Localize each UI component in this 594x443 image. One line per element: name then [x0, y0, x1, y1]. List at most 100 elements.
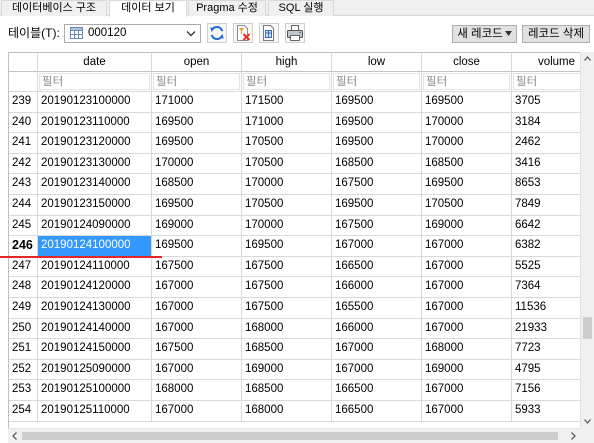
cell-open[interactable]: 167000	[152, 400, 242, 422]
row-number[interactable]: 246	[9, 236, 38, 257]
cell-date[interactable]: 20190123130000	[38, 153, 152, 175]
cell-high[interactable]: 167500	[242, 256, 332, 278]
cell-high[interactable]: 168000	[242, 318, 332, 340]
cell-date[interactable]: 20190125100000	[38, 380, 152, 401]
column-header-volume[interactable]: volume	[512, 53, 580, 72]
cell-open[interactable]: 167000	[152, 277, 242, 298]
scroll-left-arrow-icon[interactable]	[8, 429, 22, 443]
cell-date[interactable]: 20190124140000	[38, 318, 152, 340]
cell-close[interactable]: 167000	[422, 236, 512, 257]
cell-low[interactable]: 169500	[332, 194, 422, 216]
cell-volume[interactable]: 11536	[512, 298, 580, 319]
filter-input-high[interactable]	[243, 73, 330, 90]
filter-input-close[interactable]	[423, 73, 510, 90]
cell-open[interactable]: 171000	[152, 92, 242, 113]
dropdown-arrow-icon[interactable]	[504, 31, 512, 37]
cell-low[interactable]: 166500	[332, 256, 422, 278]
print-button[interactable]	[285, 23, 305, 43]
cell-date[interactable]: 20190124100000	[38, 236, 152, 257]
cell-open[interactable]: 167000	[152, 318, 242, 340]
cell-date[interactable]: 20190124130000	[38, 297, 152, 319]
tab-browse-data[interactable]: 데이터 보기	[109, 0, 187, 17]
vertical-scrollbar[interactable]	[580, 52, 594, 428]
cell-open[interactable]: 170000	[152, 153, 242, 175]
cell-open[interactable]: 167000	[152, 359, 242, 381]
cell-volume[interactable]: 3184	[512, 113, 580, 134]
cell-high[interactable]: 168500	[242, 339, 332, 360]
cell-open[interactable]: 168000	[152, 380, 242, 401]
cell-open[interactable]: 169000	[152, 215, 242, 237]
cell-close[interactable]: 170000	[422, 133, 512, 154]
cell-high[interactable]: 167500	[242, 297, 332, 319]
cell-high[interactable]: 168000	[242, 400, 332, 422]
cell-low[interactable]: 167000	[332, 339, 422, 360]
cell-volume[interactable]: 7849	[512, 195, 580, 216]
row-number[interactable]: 252	[9, 359, 38, 381]
column-header-high[interactable]: high	[242, 53, 332, 72]
cell-low[interactable]: 166000	[332, 277, 422, 298]
row-number[interactable]: 248	[9, 277, 38, 298]
tab-database-structure[interactable]: 데이터베이스 구조	[1, 0, 107, 16]
column-header-close[interactable]: close	[422, 53, 512, 72]
column-header-low[interactable]: low	[332, 53, 422, 72]
data-grid[interactable]: dateopenhighlowclosevolume 23920190123100…	[8, 52, 580, 428]
cell-open[interactable]: 168500	[152, 174, 242, 195]
cell-volume[interactable]: 5933	[512, 401, 580, 422]
cell-open[interactable]: 167000	[152, 297, 242, 319]
cell-close[interactable]: 168000	[422, 339, 512, 360]
cell-date[interactable]: 20190123120000	[38, 133, 152, 154]
cell-low[interactable]: 169500	[332, 133, 422, 154]
cell-close[interactable]: 167000	[422, 318, 512, 340]
cell-low[interactable]: 166000	[332, 318, 422, 340]
cell-high[interactable]: 170000	[242, 215, 332, 237]
cell-volume[interactable]: 2462	[512, 133, 580, 154]
corner-header-cell[interactable]	[9, 53, 38, 72]
tab-execute-sql[interactable]: SQL 실행	[268, 0, 334, 16]
cell-open[interactable]: 169500	[152, 236, 242, 257]
horizontal-scrollbar[interactable]	[8, 428, 580, 443]
cell-volume[interactable]: 3705	[512, 92, 580, 113]
cell-low[interactable]: 167000	[332, 236, 422, 257]
cell-date[interactable]: 20190123140000	[38, 174, 152, 195]
cell-volume[interactable]: 3416	[512, 154, 580, 175]
clear-filters-button[interactable]	[233, 23, 253, 43]
row-number[interactable]: 244	[9, 194, 38, 216]
row-number[interactable]: 240	[9, 112, 38, 134]
cell-high[interactable]: 168500	[242, 380, 332, 401]
filter-input-low[interactable]	[333, 73, 420, 90]
cell-close[interactable]: 169000	[422, 215, 512, 237]
cell-open[interactable]: 167500	[152, 339, 242, 360]
cell-high[interactable]: 170500	[242, 133, 332, 154]
tab-edit-pragmas[interactable]: Pragma 수정	[188, 0, 266, 16]
row-number[interactable]: 245	[9, 215, 38, 237]
cell-close[interactable]: 168500	[422, 153, 512, 175]
cell-high[interactable]: 169500	[242, 236, 332, 257]
cell-date[interactable]: 20190123110000	[38, 112, 152, 134]
row-number[interactable]: 251	[9, 339, 38, 360]
cell-close[interactable]: 167000	[422, 400, 512, 422]
save-table-button[interactable]	[259, 23, 279, 43]
cell-low[interactable]: 167000	[332, 359, 422, 381]
cell-high[interactable]: 170500	[242, 153, 332, 175]
cell-high[interactable]: 170000	[242, 174, 332, 195]
cell-low[interactable]: 169500	[332, 112, 422, 134]
cell-date[interactable]: 20190125110000	[38, 400, 152, 422]
horizontal-scroll-thumb[interactable]	[22, 432, 558, 440]
cell-high[interactable]: 171000	[242, 112, 332, 134]
cell-close[interactable]: 167000	[422, 277, 512, 298]
row-number[interactable]: 250	[9, 318, 38, 340]
cell-volume[interactable]: 7723	[512, 339, 580, 360]
cell-date[interactable]: 20190123100000	[38, 92, 152, 113]
cell-close[interactable]: 169500	[422, 92, 512, 113]
vertical-scroll-thumb[interactable]	[583, 317, 592, 340]
cell-volume[interactable]: 7156	[512, 380, 580, 401]
cell-low[interactable]: 168500	[332, 153, 422, 175]
chevron-down-icon[interactable]	[186, 30, 196, 37]
cell-low[interactable]: 166500	[332, 380, 422, 401]
row-number[interactable]: 247	[9, 256, 38, 278]
cell-volume[interactable]: 8653	[512, 174, 580, 195]
cell-volume[interactable]: 4795	[512, 360, 580, 381]
new-record-button[interactable]: 새 레코드	[452, 25, 517, 43]
scroll-down-arrow-icon[interactable]	[581, 414, 594, 428]
cell-date[interactable]: 20190125090000	[38, 359, 152, 381]
